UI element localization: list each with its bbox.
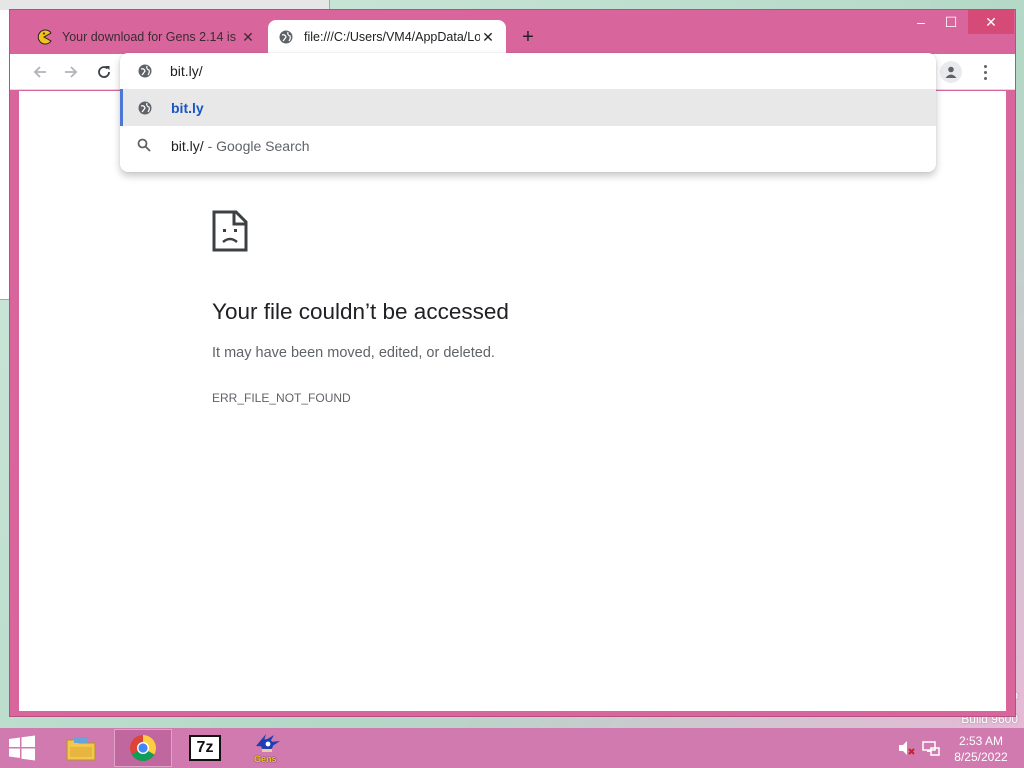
person-icon bbox=[945, 66, 957, 78]
arrow-left-icon bbox=[33, 66, 46, 78]
omnibox-dropdown: bit.ly bit.ly/ - Google Search bbox=[120, 53, 936, 172]
back-button[interactable] bbox=[29, 61, 51, 83]
pacman-favicon-icon bbox=[36, 29, 52, 45]
globe-icon bbox=[278, 29, 294, 45]
omnibox-suggestion-search[interactable]: bit.ly/ - Google Search bbox=[120, 127, 936, 164]
start-button[interactable] bbox=[8, 735, 38, 763]
tab-file-error[interactable]: file:///C:/Users/VM4/AppData/Lo ✕ bbox=[268, 20, 506, 54]
sad-file-icon bbox=[212, 210, 248, 252]
profile-avatar-button[interactable] bbox=[940, 61, 962, 83]
suggestion-query: bit.ly/ bbox=[171, 137, 204, 154]
error-code: ERR_FILE_NOT_FOUND bbox=[212, 391, 351, 405]
windows-logo-icon bbox=[9, 735, 35, 761]
tab-title: file:///C:/Users/VM4/AppData/Lo bbox=[304, 30, 480, 44]
forward-button[interactable] bbox=[60, 61, 82, 83]
globe-icon bbox=[138, 64, 152, 78]
globe-icon bbox=[138, 101, 152, 115]
page-content: Your file couldn’t be accessed It may ha… bbox=[19, 91, 1006, 711]
reload-icon bbox=[98, 66, 110, 78]
system-clock[interactable]: 2:53 AM 8/25/2022 bbox=[950, 733, 1012, 765]
error-title: Your file couldn’t be accessed bbox=[212, 299, 509, 324]
taskbar: 7z Gens 2:53 AM 8/25/2022 bbox=[0, 728, 1024, 768]
omnibox-suggestion-url[interactable]: bit.ly bbox=[120, 89, 936, 126]
reload-button[interactable] bbox=[93, 61, 115, 83]
new-tab-button[interactable]: + bbox=[517, 26, 539, 48]
tab-strip: Your download for Gens 2.14 is s ✕ file:… bbox=[10, 10, 1015, 54]
file-explorer-icon bbox=[66, 737, 96, 761]
error-description: It may have been moved, edited, or delet… bbox=[212, 345, 495, 361]
taskbar-gens[interactable]: Gens bbox=[238, 729, 296, 767]
clock-time: 2:53 AM bbox=[958, 734, 1004, 748]
clock-date: 8/25/2022 bbox=[954, 750, 1008, 764]
suggestion-suffix: - Google Search bbox=[203, 137, 310, 154]
chrome-icon bbox=[130, 735, 157, 762]
close-window-button[interactable]: ✕ bbox=[968, 10, 1014, 34]
taskbar-chrome[interactable] bbox=[114, 729, 172, 767]
maximize-button[interactable]: ☐ bbox=[936, 10, 966, 34]
close-tab-icon[interactable]: ✕ bbox=[240, 29, 256, 45]
omnibox bbox=[120, 53, 936, 89]
volume-muted-icon[interactable] bbox=[898, 740, 916, 756]
tab-title: Your download for Gens 2.14 is s bbox=[62, 30, 240, 44]
taskbar-file-explorer[interactable] bbox=[52, 729, 110, 767]
close-tab-icon[interactable]: ✕ bbox=[480, 29, 496, 45]
gens-icon: Gens bbox=[252, 732, 282, 764]
suggestion-text: bit.ly bbox=[171, 99, 204, 116]
arrow-right-icon bbox=[65, 66, 78, 78]
network-icon[interactable] bbox=[922, 739, 940, 757]
7zip-icon: 7z bbox=[189, 735, 221, 761]
address-bar-input[interactable] bbox=[170, 61, 870, 81]
more-menu-button[interactable] bbox=[976, 61, 994, 83]
minimize-button[interactable]: – bbox=[906, 10, 936, 34]
tab-gens-download[interactable]: Your download for Gens 2.14 is s ✕ bbox=[26, 20, 266, 54]
search-icon bbox=[137, 138, 151, 152]
taskbar-7zip[interactable]: 7z bbox=[176, 729, 234, 767]
